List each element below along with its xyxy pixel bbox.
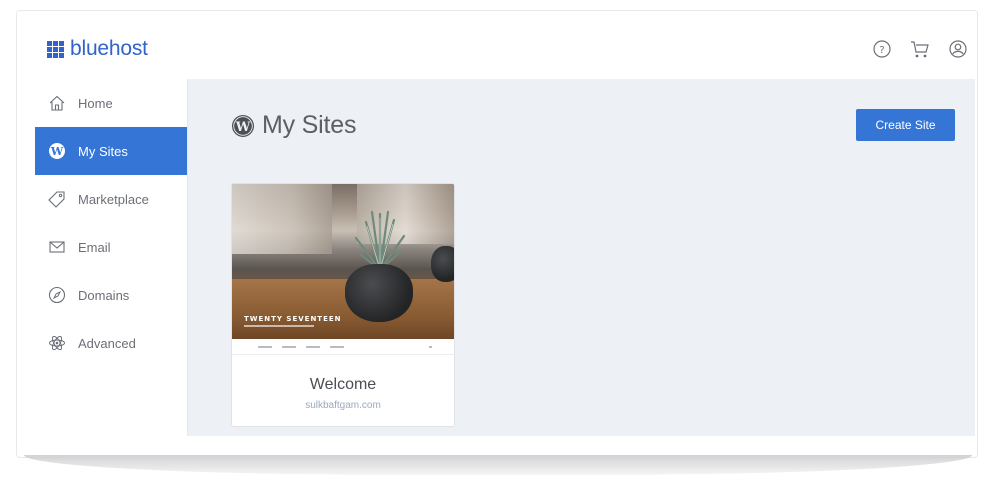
- bluehost-logo[interactable]: bluehost: [47, 37, 148, 61]
- sidebar-item-my-sites[interactable]: W My Sites: [35, 127, 187, 175]
- sidebar-item-label: Email: [78, 239, 111, 255]
- plant-image: [354, 210, 406, 272]
- site-thumbnail[interactable]: TWENTY SEVENTEEN: [232, 184, 454, 339]
- logo-text: bluehost: [70, 37, 148, 60]
- main-content: W My Sites Create Site TWENTY SEVENTEEN …: [188, 79, 975, 436]
- help-icon[interactable]: ?: [871, 38, 893, 60]
- top-header: bluehost ?: [17, 11, 977, 79]
- app-window: bluehost ? Home W My Sites Marketplace E…: [16, 10, 978, 458]
- sidebar-item-email[interactable]: Email: [35, 223, 187, 271]
- svg-text:W: W: [235, 120, 251, 135]
- sidebar-item-marketplace[interactable]: Marketplace: [35, 175, 187, 223]
- sidebar-item-label: My Sites: [78, 143, 128, 159]
- cart-icon[interactable]: [909, 38, 931, 60]
- account-icon[interactable]: [947, 38, 969, 60]
- sidebar-item-label: Domains: [78, 287, 130, 303]
- page-title: W My Sites: [231, 111, 356, 140]
- theme-name: TWENTY SEVENTEEN: [244, 315, 342, 323]
- thumbnail-navbar: [232, 339, 454, 355]
- sidebar-nav: Home W My Sites Marketplace Email Domain…: [35, 79, 188, 436]
- sidebar-item-label: Marketplace: [78, 191, 149, 207]
- sidebar-item-domains[interactable]: Domains: [35, 271, 187, 319]
- logo-grid-icon: [47, 40, 64, 58]
- wordpress-icon: W: [232, 114, 254, 137]
- svg-text:?: ?: [879, 45, 884, 56]
- home-icon: [48, 94, 66, 112]
- sidebar-item-label: Home: [78, 95, 113, 111]
- atom-icon: [48, 334, 66, 352]
- sidebar-item-advanced[interactable]: Advanced: [35, 319, 187, 367]
- frame-shadow: [24, 455, 972, 475]
- site-url[interactable]: sulkbaftgam.com: [232, 400, 454, 411]
- site-title[interactable]: Welcome: [232, 376, 454, 394]
- wordpress-icon: W: [48, 142, 66, 160]
- page-title-text: My Sites: [262, 111, 357, 139]
- theme-tagline: [244, 325, 314, 327]
- svg-text:W: W: [50, 145, 64, 158]
- header-actions: ?: [871, 38, 969, 60]
- create-site-button[interactable]: Create Site: [856, 109, 955, 141]
- sidebar-item-label: Advanced: [78, 335, 136, 351]
- tag-icon: [48, 190, 66, 208]
- site-card[interactable]: TWENTY SEVENTEEN Welcome sulkbaftgam.com: [231, 183, 455, 427]
- sidebar-item-home[interactable]: Home: [35, 79, 187, 127]
- compass-icon: [48, 286, 66, 304]
- mail-icon: [48, 238, 66, 256]
